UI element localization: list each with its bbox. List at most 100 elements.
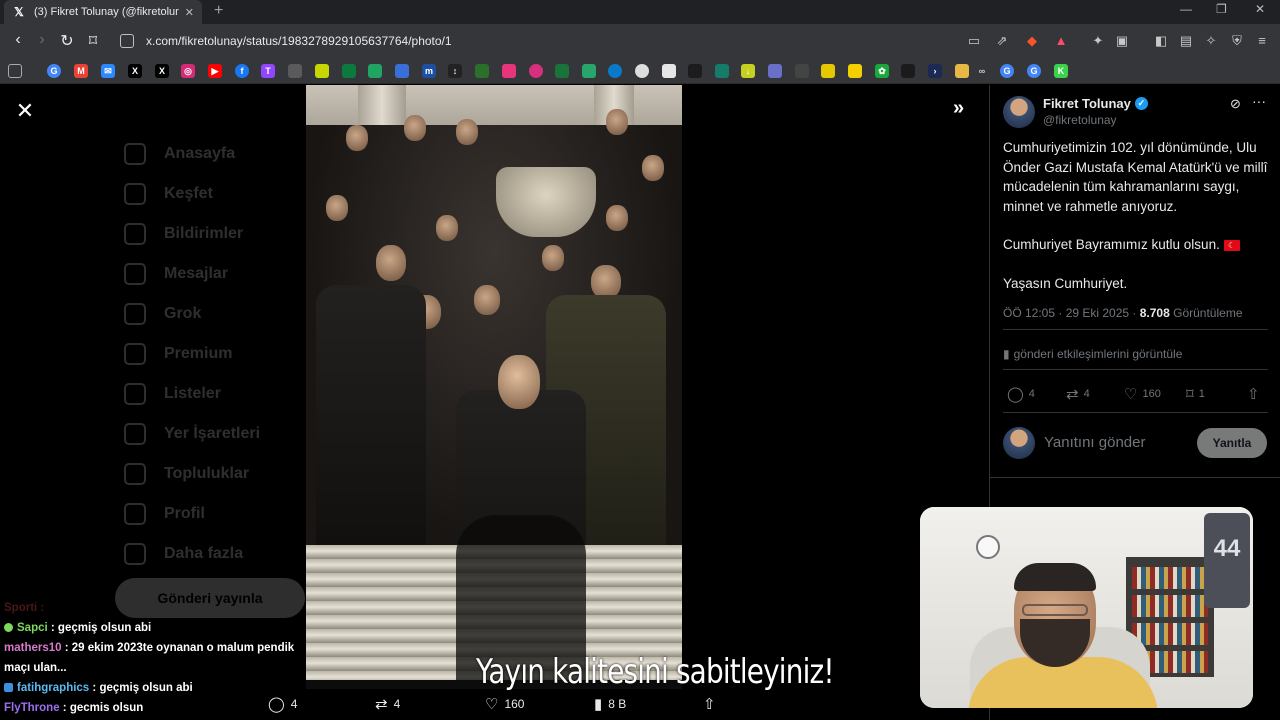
bookmark-site-icon[interactable] <box>608 64 622 78</box>
new-tab-button[interactable]: + <box>214 2 223 20</box>
bookmark-instagram-icon[interactable]: ◎ <box>181 64 195 78</box>
bookmark-x-icon[interactable]: X <box>128 64 142 78</box>
bookmark-mail-icon[interactable]: ✉ <box>101 64 115 78</box>
books-row <box>1132 595 1208 617</box>
bookmark-folder-icon[interactable] <box>955 64 969 78</box>
bookmark-button[interactable]: ⌑ 1 <box>1186 385 1205 403</box>
bookmark-google-icon[interactable]: G <box>1000 64 1014 78</box>
bookmark-site-icon[interactable] <box>662 64 676 78</box>
bookmark-download-icon[interactable]: ↓ <box>741 64 755 78</box>
media-repost-button[interactable]: ⇄ 4 <box>375 695 400 713</box>
sidebar-icon[interactable]: ◧ <box>1153 33 1169 49</box>
bookmark-sheets-icon[interactable] <box>368 64 382 78</box>
photo-face <box>606 205 628 231</box>
books-row <box>1132 567 1208 589</box>
chat-message: mathers10 : 29 ekim 2023te oynanan o mal… <box>4 642 295 674</box>
forward-icon[interactable]: › <box>32 31 52 49</box>
more-circle-icon <box>124 543 146 565</box>
reply-button[interactable]: ◯ 4 <box>1007 385 1035 403</box>
restore-icon[interactable]: ❐ <box>1216 2 1227 16</box>
sidebar-item-notifications: Bildirimler <box>124 223 243 245</box>
bookmark-site-icon[interactable] <box>795 64 809 78</box>
bookmark-site-icon[interactable] <box>582 64 596 78</box>
bookmark-link-icon[interactable]: ∞ <box>975 64 989 78</box>
bookmark-site-icon[interactable] <box>342 64 356 78</box>
my-avatar[interactable] <box>1003 427 1035 459</box>
site-info-icon[interactable] <box>120 34 134 48</box>
menu-icon[interactable]: ≡ <box>1254 33 1270 49</box>
like-button[interactable]: ♡ 160 <box>1124 385 1161 403</box>
bookmark-kick-icon[interactable]: K <box>1054 64 1068 78</box>
close-viewer-icon[interactable]: ✕ <box>14 98 36 124</box>
bookmark-site-icon[interactable] <box>821 64 835 78</box>
tweet-timestamp[interactable]: ÖÖ 12:05 · 29 Eki 2025 · <box>1003 306 1140 320</box>
collapse-panel-icon[interactable]: » <box>953 97 964 120</box>
minimize-icon[interactable]: — <box>1180 2 1192 16</box>
tweet-paragraph: Cumhuriyet Bayramımız kutlu olsun. ☾ <box>1003 235 1273 255</box>
media-like-button[interactable]: ♡ 160 <box>485 695 524 713</box>
bookmark-gmail-icon[interactable]: M <box>74 64 88 78</box>
bookmark-site-icon[interactable]: ✿ <box>875 64 889 78</box>
media-views-button[interactable]: ▮ 8 B <box>594 695 626 713</box>
brave-shield-icon[interactable]: ◆ <box>1024 33 1040 49</box>
tweet-photo[interactable] <box>306 85 682 680</box>
bookmark-site-icon[interactable] <box>288 64 302 78</box>
bookmark-site-icon[interactable]: m <box>422 64 436 78</box>
cast-icon[interactable]: ▭ <box>966 33 982 49</box>
browser-tab[interactable]: 𝕏 (3) Fikret Tolunay (@fikretolunay ✕ <box>4 0 202 24</box>
window-close-icon[interactable]: ✕ <box>1255 2 1265 16</box>
reply-input[interactable]: Yanıtını gönder <box>1044 434 1145 451</box>
tab-close-icon[interactable]: ✕ <box>185 6 194 19</box>
bookmark-facebook-icon[interactable]: f <box>235 64 249 78</box>
tweet-text: Cumhuriyetimizin 102. yıl dönümünde, Ulu… <box>1003 138 1273 312</box>
bookmark-google-icon[interactable]: G <box>1027 64 1041 78</box>
brave-rewards-icon[interactable]: ▲ <box>1053 33 1069 49</box>
share-icon[interactable]: ⇗ <box>994 33 1010 49</box>
bookmark-site-icon[interactable] <box>502 64 516 78</box>
webcam-overlay: 44 <box>920 507 1253 708</box>
bookmark-youtube-icon[interactable]: ▶ <box>208 64 222 78</box>
leo-ai-icon[interactable]: ✧ <box>1203 33 1219 49</box>
bookmark-site-icon[interactable]: › <box>928 64 942 78</box>
bookmark-google-icon[interactable]: G <box>47 64 61 78</box>
bookmark-site-icon[interactable] <box>529 64 543 78</box>
bookmark-site-icon[interactable] <box>315 64 329 78</box>
author-avatar[interactable] <box>1003 96 1035 128</box>
wallet-icon[interactable]: ▤ <box>1178 33 1194 49</box>
repost-button[interactable]: ⇄ 4 <box>1066 385 1090 403</box>
back-icon[interactable]: ‹ <box>8 31 28 49</box>
bookmark-site-icon[interactable] <box>555 64 569 78</box>
address-bar[interactable]: x.com/fikretolunay/status/19832789291056… <box>112 28 1212 54</box>
bookmark-site-icon[interactable] <box>848 64 862 78</box>
bookmark-site-icon[interactable] <box>688 64 702 78</box>
bookmark-x2-icon[interactable]: X <box>155 64 169 78</box>
bookmark-twitch-icon[interactable]: T <box>261 64 275 78</box>
bookmark-site-icon[interactable] <box>768 64 782 78</box>
media-share-button[interactable]: ⇧ <box>703 695 716 713</box>
extensions-icon[interactable]: ✦ <box>1090 33 1106 49</box>
photo-face <box>474 285 500 315</box>
sidebar-item-communities: Topluluklar <box>124 463 249 485</box>
streamer-glasses <box>1022 604 1088 616</box>
vpn-icon[interactable]: ⛨ <box>1229 33 1245 49</box>
bookmark-icon[interactable]: ⌑ <box>83 31 103 51</box>
tweet-views-label: Görüntüleme <box>1173 306 1243 320</box>
bookmark-site-icon[interactable] <box>635 64 649 78</box>
bookmark-site-icon[interactable] <box>395 64 409 78</box>
bookmark-site-icon[interactable] <box>475 64 489 78</box>
view-engagements-link[interactable]: ▮ gönderi etkileşimlerini görüntüle <box>1003 347 1182 361</box>
reload-icon[interactable]: ↻ <box>57 31 77 51</box>
bookmark-site-icon[interactable]: ↕ <box>448 64 462 78</box>
photo-main-face <box>498 355 540 409</box>
author-name[interactable]: Fikret Tolunay <box>1043 96 1131 111</box>
share-button[interactable]: ⇧ <box>1247 385 1260 403</box>
more-options-icon[interactable]: ··· <box>1252 93 1266 109</box>
reader-icon[interactable]: ▣ <box>1114 33 1130 49</box>
author-handle[interactable]: @fikretolunay <box>1043 113 1148 127</box>
bookmark-site-icon[interactable] <box>715 64 729 78</box>
reply-submit-button[interactable]: Yanıtla <box>1197 428 1267 458</box>
author-block[interactable]: Fikret Tolunay ✓ @fikretolunay <box>1043 96 1148 127</box>
bookmark-site-icon[interactable] <box>901 64 915 78</box>
grok-explain-icon[interactable]: ⊘ <box>1230 96 1241 112</box>
apps-icon[interactable] <box>8 64 22 78</box>
